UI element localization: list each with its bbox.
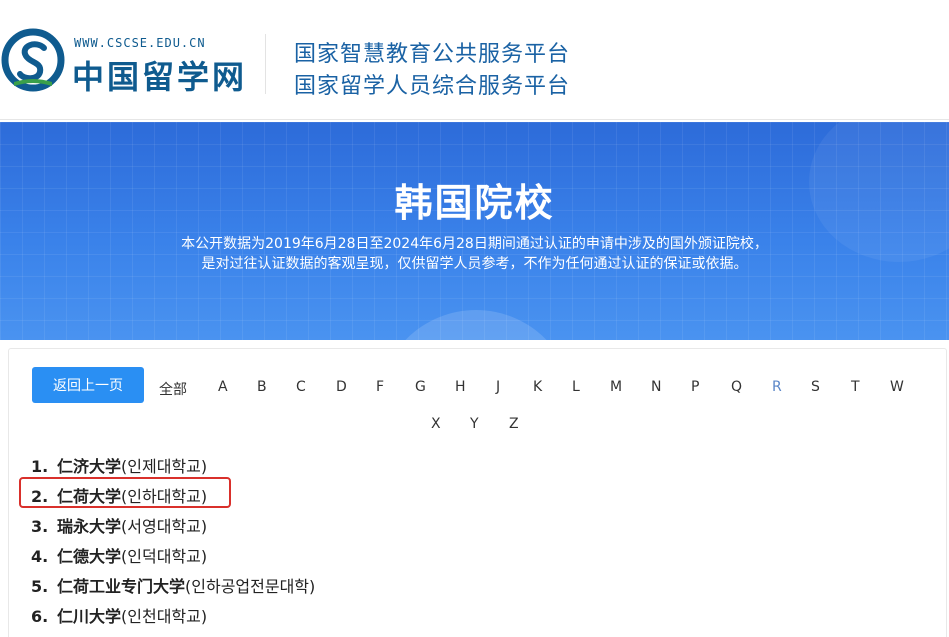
- list-item-number: 6.: [31, 607, 49, 626]
- university-name-kr: (인덕대학교): [121, 547, 208, 566]
- filter-letter-a[interactable]: A: [218, 379, 228, 395]
- filter-letter-j[interactable]: J: [496, 379, 500, 395]
- list-item-number: 4.: [31, 547, 49, 566]
- filter-letter-r[interactable]: R: [772, 379, 782, 395]
- list-item-number: 1.: [31, 457, 49, 476]
- filter-letter-l[interactable]: L: [572, 379, 580, 395]
- page-title: 韩国院校: [394, 181, 555, 225]
- university-name-cn: 仁荷工业专门大学: [57, 577, 186, 596]
- filter-letter-k[interactable]: K: [533, 379, 542, 395]
- banner-grid-pattern: [0, 122, 949, 340]
- list-item[interactable]: 1. 仁济大学(인제대학교): [31, 453, 207, 477]
- university-name-cn: 仁川大学: [57, 607, 122, 626]
- filter-all[interactable]: 全部: [159, 379, 187, 399]
- content-card: 返回上一页 全部 A B C D F G H J K L M N P Q R S…: [8, 348, 947, 637]
- university-name-kr: (인하공업전문대학): [185, 577, 316, 596]
- letter-filter-bar: 全部 A B C D F G H J K L M N P Q R S T W X…: [9, 349, 948, 449]
- filter-letter-g[interactable]: G: [415, 379, 426, 395]
- filter-letter-p[interactable]: P: [691, 379, 699, 395]
- university-name-kr: (인제대학교): [121, 457, 208, 476]
- header-divider: [265, 34, 266, 94]
- filter-letter-z[interactable]: Z: [509, 416, 519, 432]
- list-item[interactable]: 5. 仁荷工业专门大学(인하공업전문대학): [31, 573, 315, 597]
- logo-url-text: WWW.CSCSE.EDU.CN: [74, 36, 206, 50]
- filter-letter-x[interactable]: X: [431, 416, 441, 432]
- list-item[interactable]: 2. 仁荷大学(인하대학교): [31, 483, 207, 507]
- university-name-cn: 仁荷大学: [57, 487, 122, 506]
- list-item-number: 5.: [31, 577, 49, 596]
- filter-letter-w[interactable]: W: [890, 379, 904, 395]
- cscse-logo-icon: [1, 28, 65, 92]
- hero-banner: 韩国院校 本公开数据为2019年6月28日至2024年6月28日期间通过认证的申…: [0, 122, 949, 340]
- university-name-cn: 仁济大学: [57, 457, 122, 476]
- platform-name-1: 国家智慧教育公共服务平台: [294, 42, 571, 67]
- platform-name-2: 国家留学人员综合服务平台: [294, 74, 571, 99]
- university-name-kr: (인하대학교): [121, 487, 208, 506]
- filter-letter-s[interactable]: S: [811, 379, 820, 395]
- university-name-cn: 瑞永大学: [57, 517, 122, 536]
- university-name-kr: (서영대학교): [121, 517, 208, 536]
- university-name-cn: 仁德大学: [57, 547, 122, 566]
- list-item[interactable]: 4. 仁德大学(인덕대학교): [31, 543, 207, 567]
- list-item[interactable]: 6. 仁川大学(인천대학교): [31, 603, 207, 627]
- filter-letter-c[interactable]: C: [296, 379, 306, 395]
- filter-letter-b[interactable]: B: [257, 379, 267, 395]
- list-item-number: 3.: [31, 517, 49, 536]
- filter-letter-y[interactable]: Y: [470, 416, 479, 432]
- filter-letter-h[interactable]: H: [455, 379, 466, 395]
- list-item[interactable]: 3. 瑞永大学(서영대학교): [31, 513, 207, 537]
- filter-letter-f[interactable]: F: [376, 379, 384, 395]
- list-item-number: 2.: [31, 487, 49, 506]
- filter-letter-t[interactable]: T: [851, 379, 860, 395]
- banner-description-line-1: 本公开数据为2019年6月28日至2024年6月28日期间通过认证的申请中涉及的…: [181, 236, 768, 252]
- banner-description-line-2: 是对过往认证数据的客观呈现，仅供留学人员参考，不作为任何通过认证的保证或依据。: [201, 256, 748, 272]
- university-name-kr: (인천대학교): [121, 607, 208, 626]
- logo-name: 中国留学网: [72, 58, 248, 96]
- filter-letter-q[interactable]: Q: [731, 379, 742, 395]
- filter-letter-d[interactable]: D: [336, 379, 347, 395]
- filter-letter-n[interactable]: N: [651, 379, 661, 395]
- filter-letter-m[interactable]: M: [610, 379, 622, 395]
- site-header: WWW.CSCSE.EDU.CN 中国留学网 国家智慧教育公共服务平台 国家留学…: [0, 0, 949, 120]
